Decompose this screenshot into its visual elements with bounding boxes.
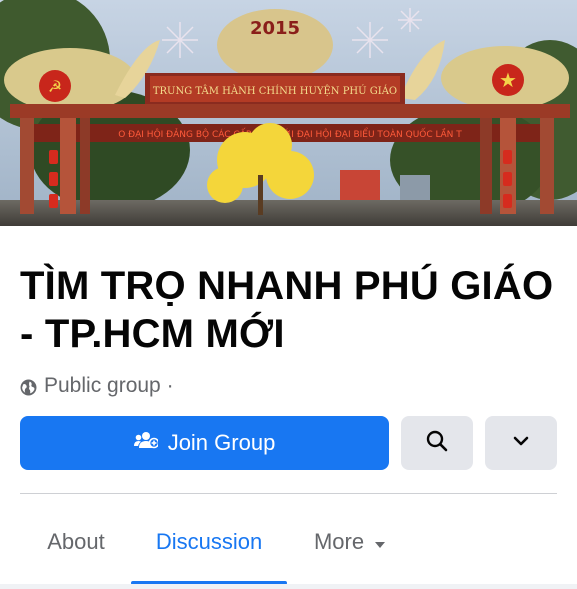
more-options-button[interactable] [485,416,557,470]
tab-about[interactable]: About [20,500,132,584]
globe-icon [20,378,37,395]
section-separator [0,584,577,589]
tab-more[interactable]: More [290,500,410,584]
tab-more-label: More [313,529,365,554]
group-title: TÌM TRỌ NHANH PHÚ GIÁO - TP.HCM MỚI [20,264,554,356]
chevron-down-icon [512,434,530,452]
join-group-icon [133,430,159,456]
tab-discussion[interactable]: Discussion [131,500,287,584]
join-group-label: Join Group [167,430,276,455]
caret-down-icon [374,529,386,555]
group-privacy: Public group · [20,373,174,399]
cover-gate-sign: TRUNG TÂM HÀNH CHÍNH HUYỆN PHÚ GIÁO [153,85,397,97]
divider [20,493,557,494]
search-button[interactable] [401,416,473,470]
join-group-button[interactable]: Join Group [20,416,389,470]
search-icon [425,429,449,458]
cover-year: 2015 [250,18,300,39]
hammer-sickle-icon: ☭ [48,79,62,96]
group-actions: Join Group [20,416,557,470]
privacy-label: Public group · [44,374,174,397]
star-icon: ★ [499,70,517,92]
cover-photo[interactable]: 2015 ☭ ★ TRUNG TÂM HÀNH CHÍNH HUYỆN PHÚ … [0,0,577,226]
group-tabs: About Discussion More [0,500,577,585]
